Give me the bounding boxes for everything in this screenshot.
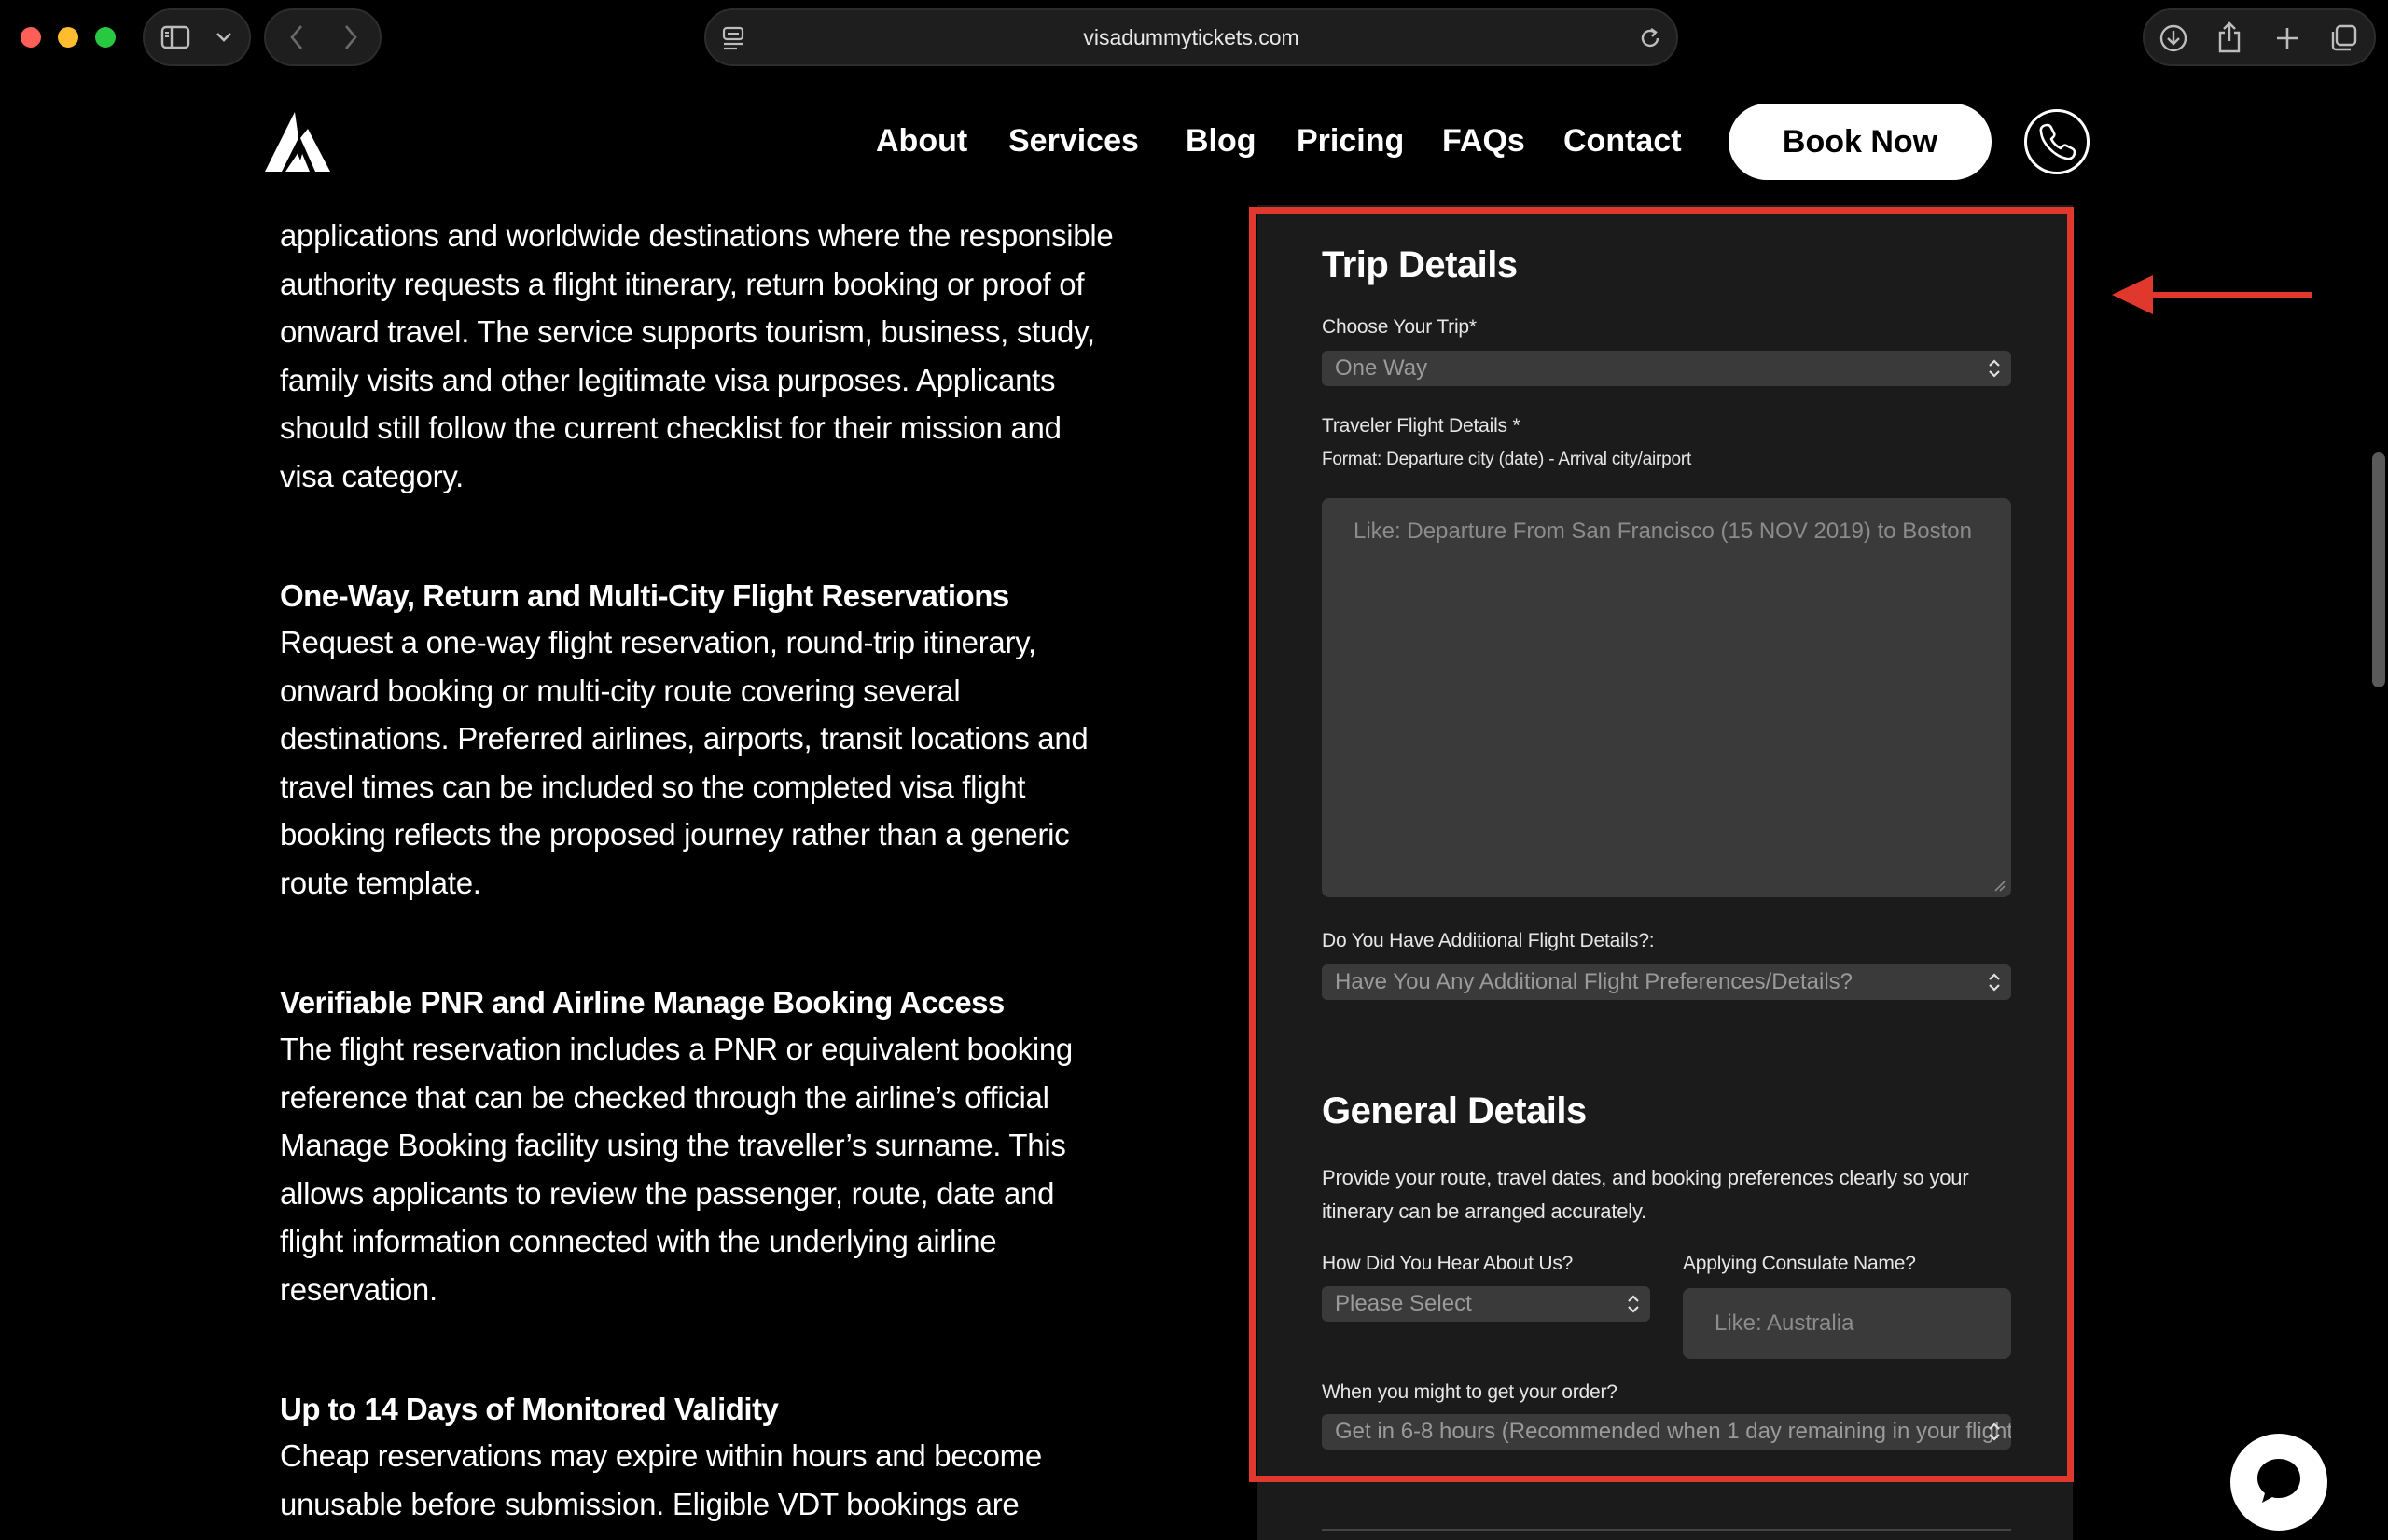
annotation-arrow-icon — [2110, 272, 2315, 317]
section-body: Cheap reservations may expire within hou… — [280, 1438, 1042, 1521]
browser-toolbar: visadummytickets.com — [0, 0, 2388, 76]
article-intro: applications and worldwide destinations … — [280, 218, 1114, 493]
section-heading: Verifiable PNR and Airline Manage Bookin… — [280, 985, 1005, 1020]
site-logo[interactable] — [263, 110, 332, 173]
form-divider — [1322, 1529, 2011, 1531]
minimize-window-button[interactable] — [58, 27, 78, 48]
address-bar[interactable]: visadummytickets.com — [704, 8, 1678, 66]
download-icon[interactable] — [2158, 22, 2189, 54]
section-heading: Up to 14 Days of Monitored Validity — [280, 1392, 779, 1426]
phone-button[interactable] — [2024, 109, 2090, 174]
chevron-down-icon[interactable] — [212, 25, 236, 49]
url-text[interactable]: visadummytickets.com — [706, 10, 1676, 64]
new-tab-icon[interactable] — [2271, 22, 2303, 54]
section-body: Request a one-way flight reservation, ro… — [280, 625, 1089, 900]
nav-contact[interactable]: Contact — [1563, 119, 1682, 162]
tabs-overview-icon[interactable] — [2327, 22, 2359, 54]
nav-faqs[interactable]: FAQs — [1442, 119, 1525, 162]
phone-icon — [2036, 119, 2077, 165]
book-now-button[interactable]: Book Now — [1729, 104, 1992, 180]
toolbar-actions-group — [2143, 8, 2376, 66]
section-body: The flight reservation includes a PNR or… — [280, 1032, 1073, 1307]
share-icon[interactable] — [2214, 21, 2245, 54]
sidebar-toggle-group[interactable] — [143, 8, 251, 66]
forward-icon[interactable] — [337, 23, 365, 51]
nav-pricing[interactable]: Pricing — [1297, 119, 1404, 162]
back-icon[interactable] — [283, 23, 311, 51]
history-nav-group — [264, 8, 382, 66]
reload-icon[interactable] — [1637, 25, 1663, 51]
chat-bubble-icon — [2254, 1455, 2304, 1510]
nav-blog[interactable]: Blog — [1186, 119, 1256, 162]
chat-button[interactable] — [2230, 1434, 2327, 1531]
nav-services[interactable]: Services — [1008, 119, 1139, 162]
highlight-box — [1249, 207, 2074, 1482]
close-window-button[interactable] — [21, 27, 41, 48]
nav-about[interactable]: About — [876, 119, 967, 162]
zoom-window-button[interactable] — [95, 27, 116, 48]
section-heading: One-Way, Return and Multi-City Flight Re… — [280, 578, 1009, 613]
sidebar-icon[interactable] — [160, 23, 191, 51]
page-scrollbar[interactable] — [2372, 452, 2385, 687]
